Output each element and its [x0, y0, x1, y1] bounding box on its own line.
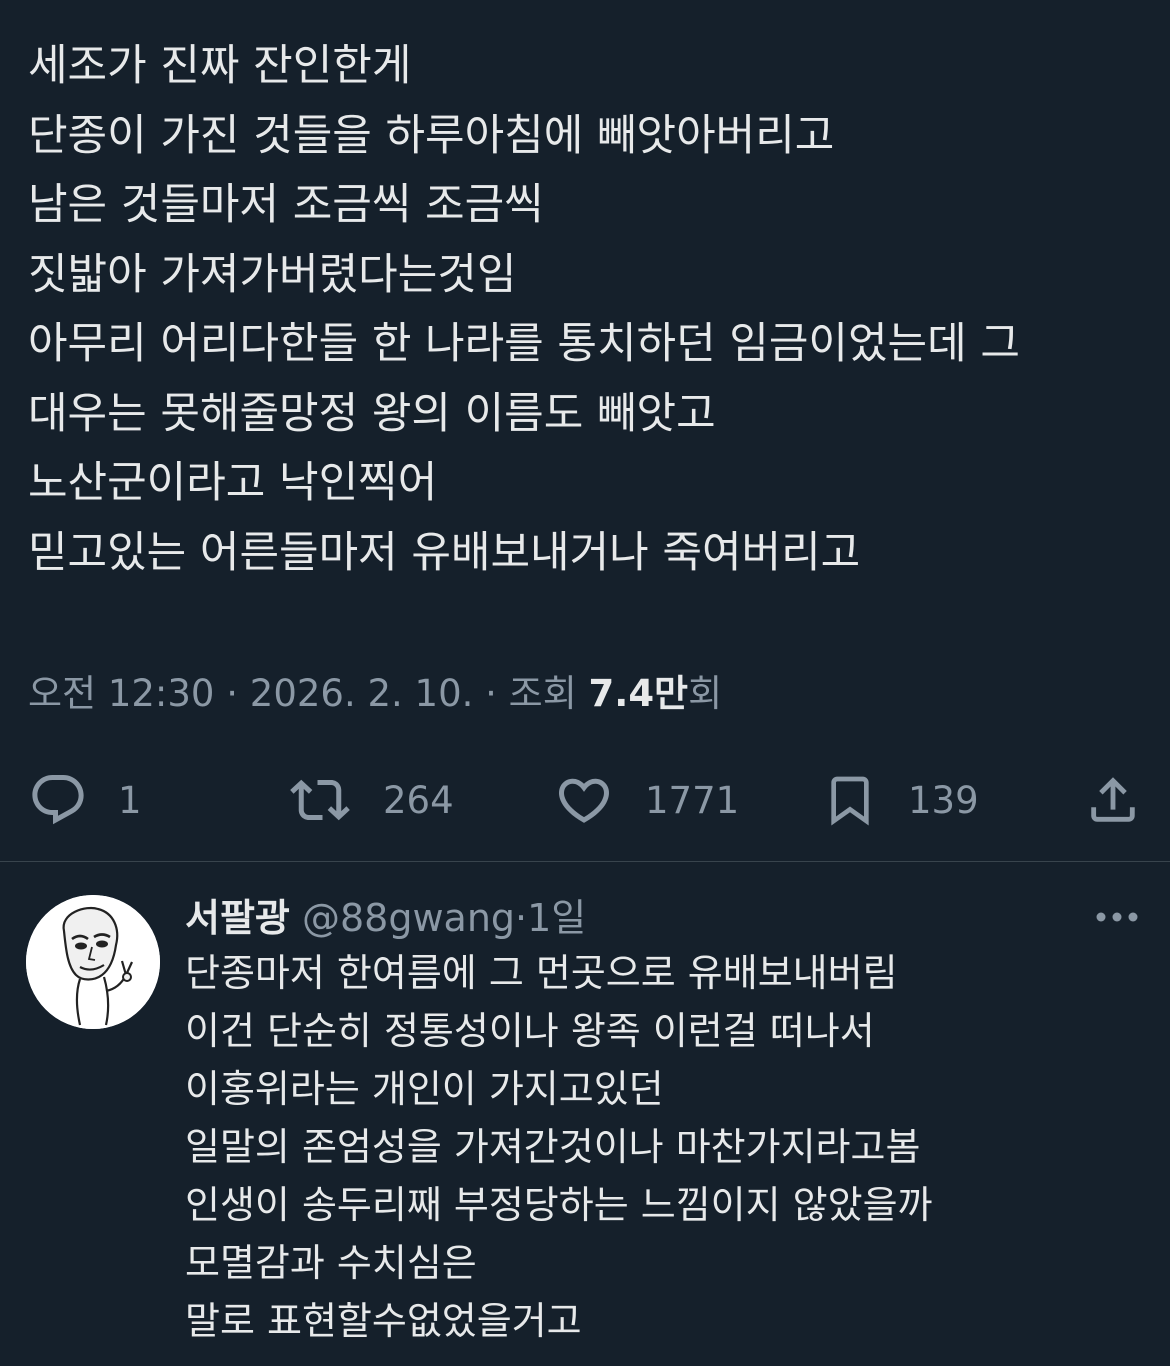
user-handle[interactable]: @88gwang — [302, 896, 515, 940]
views-label: 조회 — [508, 672, 589, 715]
tweet-action-bar: 1 264 1771 139 — [0, 760, 1170, 840]
tweet-time[interactable]: 오전 12:30 — [28, 672, 214, 715]
meta-separator: · — [473, 672, 509, 715]
tweet-text-line: 믿고있는 어른들마저 유배보내거나 죽여버리고 — [28, 527, 861, 578]
speech-bubble-icon — [32, 775, 84, 825]
more-button[interactable] — [1094, 902, 1140, 932]
like-count: 1771 — [645, 778, 740, 822]
reply-header: 서팔광 @88gwang·1일 — [185, 890, 586, 946]
bookmark-button[interactable]: 139 — [822, 760, 979, 840]
reply-text-line: 말로 표현할수없었을거고 — [185, 1299, 582, 1343]
tweet-text-line: 대우는 못해줄망정 왕의 이름도 빼앗고 — [28, 388, 716, 439]
reply-tweet[interactable]: 서팔광 @88gwang·1일 단종마저 한여름에 그 먼곳으로 유배보내버림 … — [0, 862, 1170, 1366]
avatar-drawing — [26, 895, 160, 1029]
header-separator: · — [515, 896, 528, 940]
tweet-text-line: 남은 것들마저 조금씩 조금씩 — [28, 180, 544, 230]
retweet-icon — [290, 779, 350, 821]
retweet-button[interactable]: 264 — [287, 760, 454, 840]
tweet-date[interactable]: 2026. 2. 10. — [250, 672, 474, 715]
avatar[interactable] — [26, 895, 160, 1029]
tweet-text-line: 아무리 어리다한들 한 나라를 통치하던 임금이었는데 그 — [28, 319, 1020, 369]
reply-text-line: 이건 단순히 정통성이나 왕족 이런걸 떠나서 — [185, 1009, 875, 1053]
reply-text-line: 인생이 송두리째 부정당하는 느낌이지 않았을까 — [185, 1183, 933, 1227]
tweet-text-line: 노산군이라고 낙인찍어 — [28, 458, 438, 508]
bookmark-count: 139 — [908, 778, 979, 822]
tweet-text: 세조가 진짜 잔인한게 단종이 가진 것들을 하루아침에 빼앗아버리고 남은 것… — [28, 32, 1138, 588]
reply-count: 1 — [118, 778, 142, 822]
reply-button[interactable]: 1 — [28, 760, 142, 840]
reply-text: 단종마저 한여름에 그 먼곳으로 유배보내버림 이건 단순히 정통성이나 왕족 … — [185, 944, 1145, 1350]
reply-text-line: 모멸감과 수치심은 — [185, 1241, 477, 1285]
tweet-meta: 오전 12:30 · 2026. 2. 10. · 조회 7.4만회 — [28, 664, 722, 724]
bookmark-icon — [831, 776, 869, 826]
tweet-text-line: 세조가 진짜 잔인한게 — [28, 41, 412, 91]
reply-text-line: 단종마저 한여름에 그 먼곳으로 유배보내버림 — [185, 951, 898, 995]
reply-text-line: 일말의 존엄성을 가져간것이나 마찬가지라고봄 — [185, 1125, 921, 1169]
share-button[interactable] — [1084, 760, 1142, 840]
reply-time[interactable]: 1일 — [527, 896, 586, 940]
tweet-text-line: 짓밟아 가져가버렸다는것임 — [28, 249, 517, 300]
retweet-count: 264 — [383, 778, 454, 822]
views-suffix: 회 — [688, 672, 723, 715]
tweet: 세조가 진짜 잔인한게 단종이 가진 것들을 하루아침에 빼앗아버리고 남은 것… — [0, 0, 1170, 862]
display-name[interactable]: 서팔광 — [185, 896, 290, 940]
reply-text-line: 이홍위라는 개인이 가지고있던 — [185, 1067, 664, 1111]
views-count[interactable]: 7.4만 — [589, 672, 689, 715]
more-dots-icon — [1096, 912, 1138, 922]
heart-icon — [558, 778, 610, 823]
like-button[interactable]: 1771 — [553, 760, 739, 840]
meta-separator: · — [214, 672, 250, 715]
tweet-text-line: 단종이 가진 것들을 하루아침에 빼앗아버리고 — [28, 110, 835, 161]
share-icon — [1091, 777, 1135, 822]
